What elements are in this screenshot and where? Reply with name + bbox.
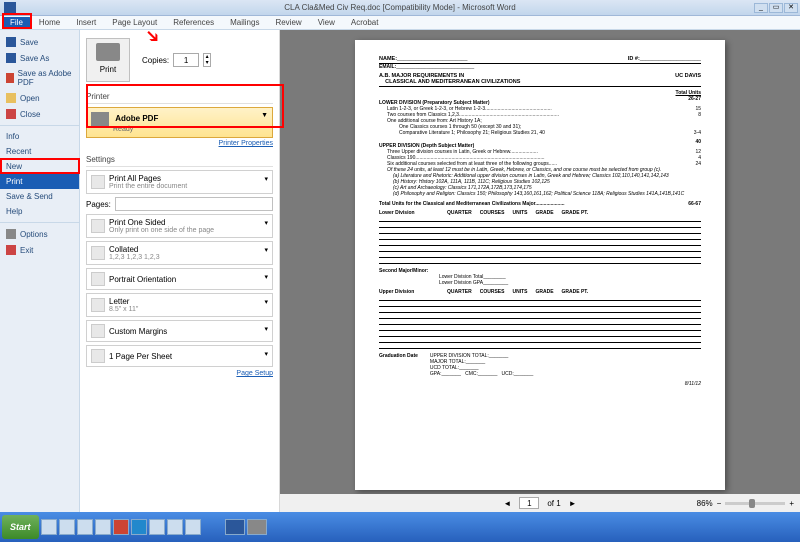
pps-icon <box>91 349 105 363</box>
taskbar-app[interactable] <box>225 519 245 535</box>
window-title: CLA Cla&Med Civ Req.doc [Compatibility M… <box>284 3 516 12</box>
close-icon <box>6 109 16 119</box>
taskbar-app[interactable] <box>247 519 267 535</box>
pages-input[interactable] <box>115 197 273 211</box>
chevron-down-icon: ▾ <box>264 350 268 358</box>
nav-open[interactable]: Open <box>0 90 79 106</box>
page-input[interactable] <box>519 497 539 509</box>
tab-acrobat[interactable]: Acrobat <box>343 17 387 28</box>
exit-icon <box>6 245 16 255</box>
sides-selector[interactable]: Print One SidedOnly print on one side of… <box>86 214 273 238</box>
copies-spinner[interactable]: ▴▾ <box>203 53 211 67</box>
nav-help[interactable]: Help <box>0 204 79 219</box>
chevron-down-icon: ▾ <box>264 175 268 183</box>
word-icon <box>4 2 16 14</box>
highlight-file-tab <box>2 13 32 29</box>
collate-selector[interactable]: Collated1,2,3 1,2,3 1,2,3 ▾ <box>86 241 273 265</box>
margins-icon <box>91 324 105 338</box>
title-bar: CLA Cla&Med Civ Req.doc [Compatibility M… <box>0 0 800 16</box>
chevron-down-icon: ▾ <box>264 298 268 306</box>
windows-taskbar: Start <box>0 512 800 542</box>
pdf-icon <box>6 73 14 83</box>
print-button[interactable]: Print <box>86 38 130 82</box>
pages-icon <box>91 175 105 189</box>
print-range-selector[interactable]: Print All PagesPrint the entire document… <box>86 170 273 194</box>
zoom-in-button[interactable]: + <box>789 499 794 508</box>
chevron-down-icon: ▾ <box>264 219 268 227</box>
restore-button[interactable]: ▭ <box>769 3 783 13</box>
portrait-icon <box>91 272 105 286</box>
nav-info[interactable]: Info <box>0 129 79 144</box>
chevron-down-icon: ▾ <box>264 325 268 333</box>
taskbar-icon[interactable] <box>131 519 147 535</box>
open-icon <box>6 93 16 103</box>
nav-save-pdf[interactable]: Save as Adobe PDF <box>0 66 79 90</box>
nav-options[interactable]: Options <box>0 226 79 242</box>
printer-properties-link[interactable]: Printer Properties <box>86 140 273 147</box>
tab-mailings[interactable]: Mailings <box>222 17 267 28</box>
chevron-down-icon: ▾ <box>264 273 268 281</box>
zoom-label: 86% <box>697 499 713 508</box>
pages-label: Pages: <box>86 200 111 209</box>
onesided-icon <box>91 219 105 233</box>
nav-recent[interactable]: Recent <box>0 144 79 159</box>
copies-input[interactable] <box>173 53 199 67</box>
highlight-printer <box>86 84 284 128</box>
nav-save[interactable]: Save <box>0 34 79 50</box>
backstage-nav: Save Save As Save as Adobe PDF Open Clos… <box>0 30 80 512</box>
page-setup-link[interactable]: Page Setup <box>86 370 273 377</box>
close-button[interactable]: ✕ <box>784 3 798 13</box>
letter-icon <box>91 298 105 312</box>
paper-size-selector[interactable]: Letter8.5" x 11" ▾ <box>86 293 273 317</box>
taskbar-icon[interactable] <box>77 519 93 535</box>
nav-save-as[interactable]: Save As <box>0 50 79 66</box>
zoom-slider[interactable] <box>725 502 785 505</box>
zoom-out-button[interactable]: − <box>717 499 722 508</box>
ribbon-tabs: File Home Insert Page Layout References … <box>0 16 800 30</box>
page-of-label: of 1 <box>547 499 560 508</box>
tab-insert[interactable]: Insert <box>68 17 104 28</box>
margins-selector[interactable]: Custom Margins ▾ <box>86 320 273 342</box>
minimize-button[interactable]: _ <box>754 3 768 13</box>
nav-close[interactable]: Close <box>0 106 79 122</box>
print-preview: NAME:_______________________ID #:_______… <box>280 30 800 512</box>
taskbar-icon[interactable] <box>113 519 129 535</box>
orientation-selector[interactable]: Portrait Orientation ▾ <box>86 268 273 290</box>
copies-label: Copies: <box>142 56 169 65</box>
save-icon <box>6 37 16 47</box>
highlight-print-nav <box>0 158 80 174</box>
chevron-down-icon: ▾ <box>264 246 268 254</box>
pages-per-sheet-selector[interactable]: 1 Page Per Sheet ▾ <box>86 345 273 367</box>
taskbar-icon[interactable] <box>167 519 183 535</box>
collate-icon <box>91 246 105 260</box>
tab-review[interactable]: Review <box>267 17 309 28</box>
taskbar-icon[interactable] <box>149 519 165 535</box>
preview-pager: ◄ of 1 ► 86% − + <box>280 494 800 512</box>
options-icon <box>6 229 16 239</box>
tab-home[interactable]: Home <box>31 17 68 28</box>
start-button[interactable]: Start <box>2 515 39 539</box>
next-page-button[interactable]: ► <box>569 499 577 508</box>
document-page: NAME:_______________________ID #:_______… <box>355 40 725 490</box>
settings-header: Settings <box>86 153 273 167</box>
taskbar-icon[interactable] <box>185 519 201 535</box>
taskbar-icon[interactable] <box>95 519 111 535</box>
saveas-icon <box>6 53 16 63</box>
prev-page-button[interactable]: ◄ <box>503 499 511 508</box>
taskbar-icon[interactable] <box>41 519 57 535</box>
nav-save-send[interactable]: Save & Send <box>0 189 79 204</box>
tab-references[interactable]: References <box>165 17 222 28</box>
taskbar-icon[interactable] <box>59 519 75 535</box>
nav-exit[interactable]: Exit <box>0 242 79 258</box>
tab-view[interactable]: View <box>310 17 343 28</box>
nav-print[interactable]: Print <box>0 174 79 189</box>
